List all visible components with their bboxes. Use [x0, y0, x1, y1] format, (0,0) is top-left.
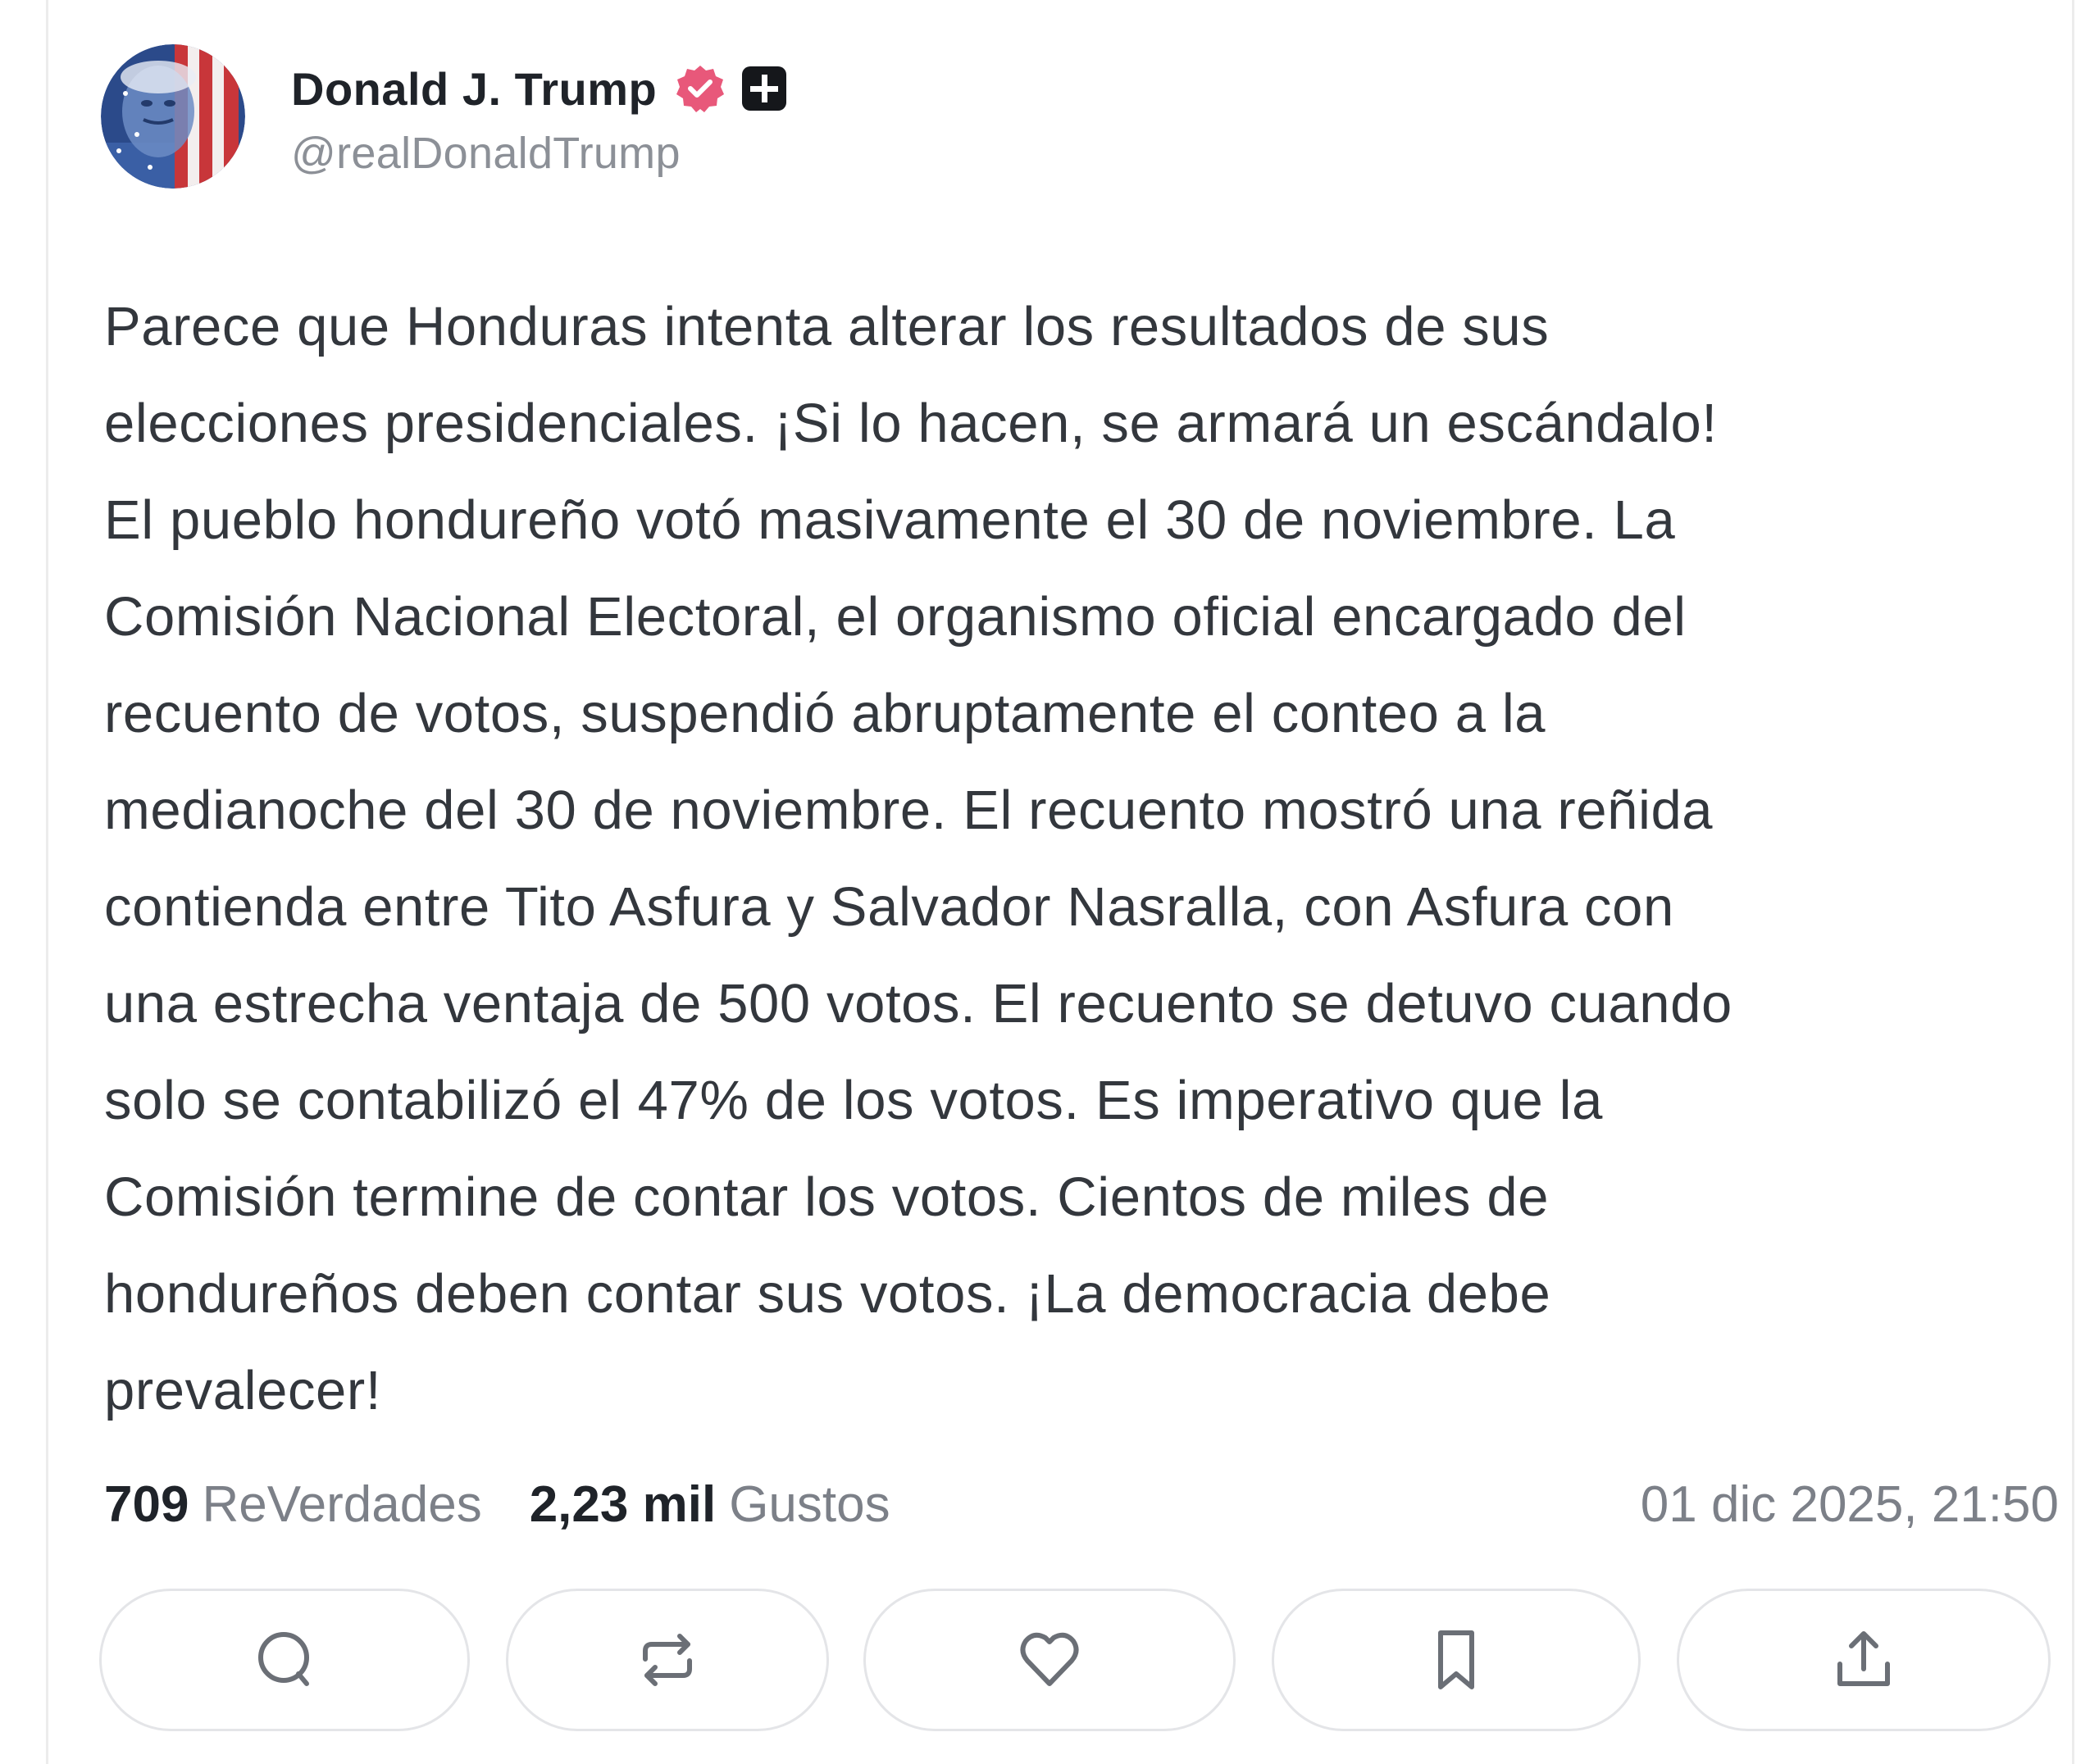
likes-label: Gustos [729, 1475, 890, 1533]
like-button[interactable] [863, 1589, 1236, 1731]
author-handle[interactable]: @realDonaldTrump [291, 128, 788, 179]
verified-badge-icon [675, 63, 726, 114]
bookmark-icon [1423, 1626, 1490, 1694]
post-card: Donald J. Trump @realDonaldTrump Parece … [46, 0, 2074, 1764]
action-bar [99, 1589, 2067, 1736]
post-stats: 709 ReVerdades 2,23 mil Gustos 01 dic 20… [104, 1467, 2059, 1541]
avatar-image [101, 44, 245, 189]
share-button[interactable] [1677, 1589, 2051, 1731]
reposts-stat[interactable]: 709 ReVerdades [104, 1475, 482, 1534]
likes-stat[interactable]: 2,23 mil Gustos [530, 1475, 890, 1534]
post-timestamp[interactable]: 01 dic 2025, 21:50 [1641, 1475, 2059, 1534]
author-info: Donald J. Trump @realDonaldTrump [291, 54, 788, 179]
comment-icon [251, 1626, 318, 1694]
post-body-text: Parece que Honduras intenta alterar los … [104, 296, 1732, 1421]
reposts-count: 709 [104, 1475, 189, 1533]
plus-square-icon [740, 65, 788, 112]
author-display-name[interactable]: Donald J. Trump [291, 62, 657, 116]
avatar[interactable] [101, 44, 245, 189]
repost-button[interactable] [506, 1589, 829, 1731]
reposts-label: ReVerdades [202, 1475, 482, 1533]
reply-button[interactable] [99, 1589, 470, 1731]
repost-icon [634, 1626, 701, 1694]
bookmark-button[interactable] [1272, 1589, 1641, 1731]
heart-icon [1016, 1626, 1083, 1694]
likes-count: 2,23 mil [529, 1475, 717, 1533]
post-header: Donald J. Trump @realDonaldTrump [101, 43, 788, 190]
author-name-row: Donald J. Trump [291, 54, 788, 123]
share-icon [1830, 1626, 1897, 1694]
